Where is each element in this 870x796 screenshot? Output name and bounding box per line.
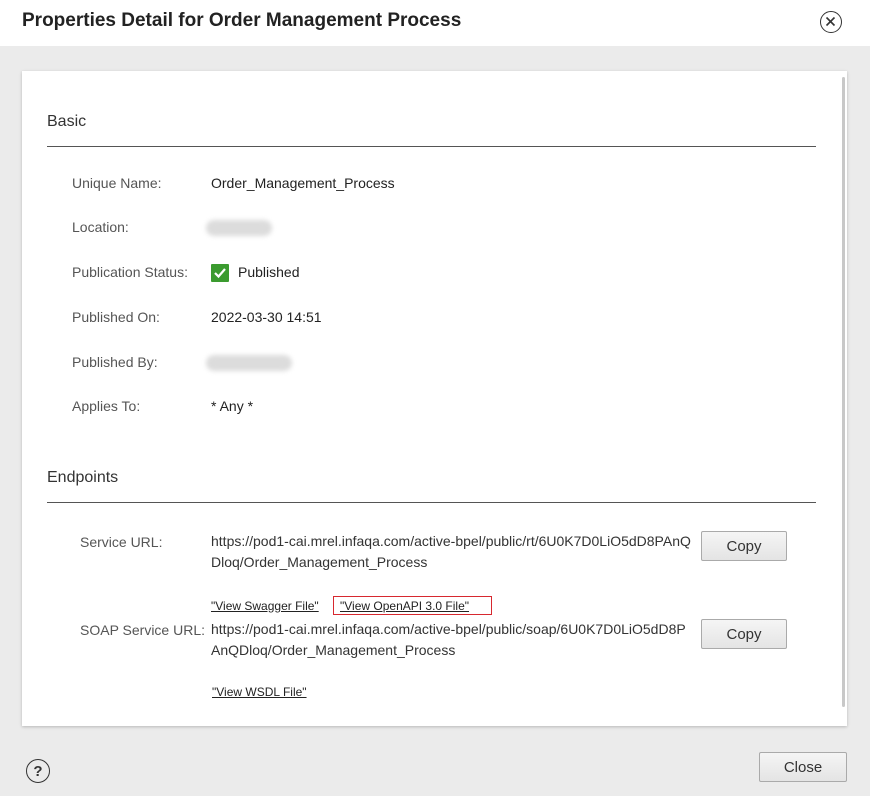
published-on-label: Published On:: [72, 309, 160, 325]
published-by-label: Published By:: [72, 354, 158, 370]
basic-divider: [47, 146, 816, 147]
soap-service-url-value: https://pod1-cai.mrel.infaqa.com/active-…: [211, 621, 686, 658]
view-swagger-file-link[interactable]: "View Swagger File": [211, 599, 319, 613]
view-openapi-file-link[interactable]: "View OpenAPI 3.0 File": [340, 599, 469, 613]
endpoints-section-title: Endpoints: [47, 469, 119, 486]
close-icon[interactable]: [820, 11, 842, 33]
close-button[interactable]: Close: [759, 752, 847, 782]
publication-status-label: Publication Status:: [72, 264, 188, 280]
vertical-scrollbar[interactable]: [842, 77, 845, 707]
properties-panel: Basic Unique Name: Order_Management_Proc…: [22, 71, 847, 726]
applies-to-label: Applies To:: [72, 398, 141, 414]
published-by-value-redacted: [206, 355, 292, 371]
dialog-header: Properties Detail for Order Management P…: [0, 0, 870, 46]
location-label: Location:: [72, 219, 129, 235]
copy-soap-url-button[interactable]: Copy: [701, 619, 787, 649]
applies-to-value: * Any *: [211, 398, 254, 414]
publication-status-value: Published: [238, 264, 300, 280]
service-url-label: Service URL:: [80, 534, 163, 550]
unique-name-value: Order_Management_Process: [211, 175, 395, 191]
soap-service-url-label: SOAP Service URL:: [80, 622, 206, 638]
view-wsdl-file-link[interactable]: "View WSDL File": [212, 685, 307, 699]
checkbox-checked-icon: [211, 264, 229, 282]
unique-name-label: Unique Name:: [72, 175, 162, 191]
published-on-value: 2022-03-30 14:51: [211, 309, 322, 325]
location-value-redacted: [206, 220, 272, 236]
service-url-value: https://pod1-cai.mrel.infaqa.com/active-…: [211, 533, 691, 570]
copy-service-url-button[interactable]: Copy: [701, 531, 787, 561]
help-icon[interactable]: ?: [26, 759, 50, 783]
basic-section-title: Basic: [47, 113, 87, 130]
endpoints-divider: [47, 502, 816, 503]
dialog-title: Properties Detail for Order Management P…: [22, 10, 462, 31]
